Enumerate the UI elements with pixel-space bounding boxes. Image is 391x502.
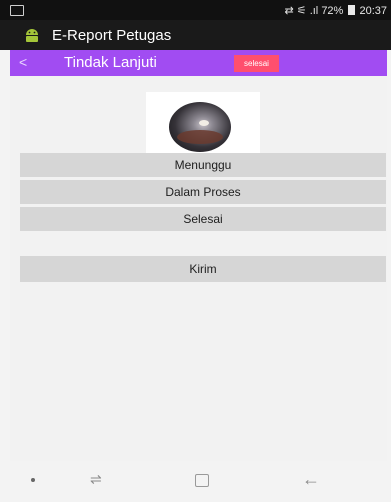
back-arrow-icon[interactable]: ← [302,469,320,490]
clock: 20:37 [359,5,387,17]
recents-icon[interactable]: ⇌ [90,471,102,488]
app-title: E-Report Petugas [52,27,172,44]
report-photo[interactable] [169,102,231,152]
android-icon [26,29,38,42]
signal-indicators: ⇄ ⚟ .ıl [284,5,319,17]
status-badge: selesai [234,55,279,72]
app-bar: E-Report Petugas [0,20,391,50]
photo-detail [177,130,223,144]
screenshot-icon [10,5,24,16]
back-chevron-icon[interactable]: < [19,54,27,70]
status-indicators: ⇄ ⚟ .ıl 72% 20:37 [284,4,387,17]
dot-icon[interactable] [31,478,35,482]
home-icon[interactable] [195,474,209,487]
battery-icon [348,5,356,15]
status-bar: ⇄ ⚟ .ıl 72% 20:37 [0,0,391,20]
kirim-button[interactable]: Kirim [20,256,386,282]
toolbar: < Tindak Lanjuti selesai [10,50,387,76]
navigation-bar: ⇌ ← [10,461,387,502]
page-title: Tindak Lanjuti [64,54,157,71]
phone-screen: ⇄ ⚟ .ıl 72% 20:37 E-Report Petugas < Tin… [0,0,391,502]
menunggu-button[interactable]: Menunggu [20,153,386,177]
battery-percent: 72% [321,5,344,17]
main-content: Menunggu Dalam Proses Selesai Kirim [10,76,387,461]
selesai-button[interactable]: Selesai [20,207,386,231]
photo-highlight [199,120,209,126]
dalam-proses-button[interactable]: Dalam Proses [20,180,386,204]
